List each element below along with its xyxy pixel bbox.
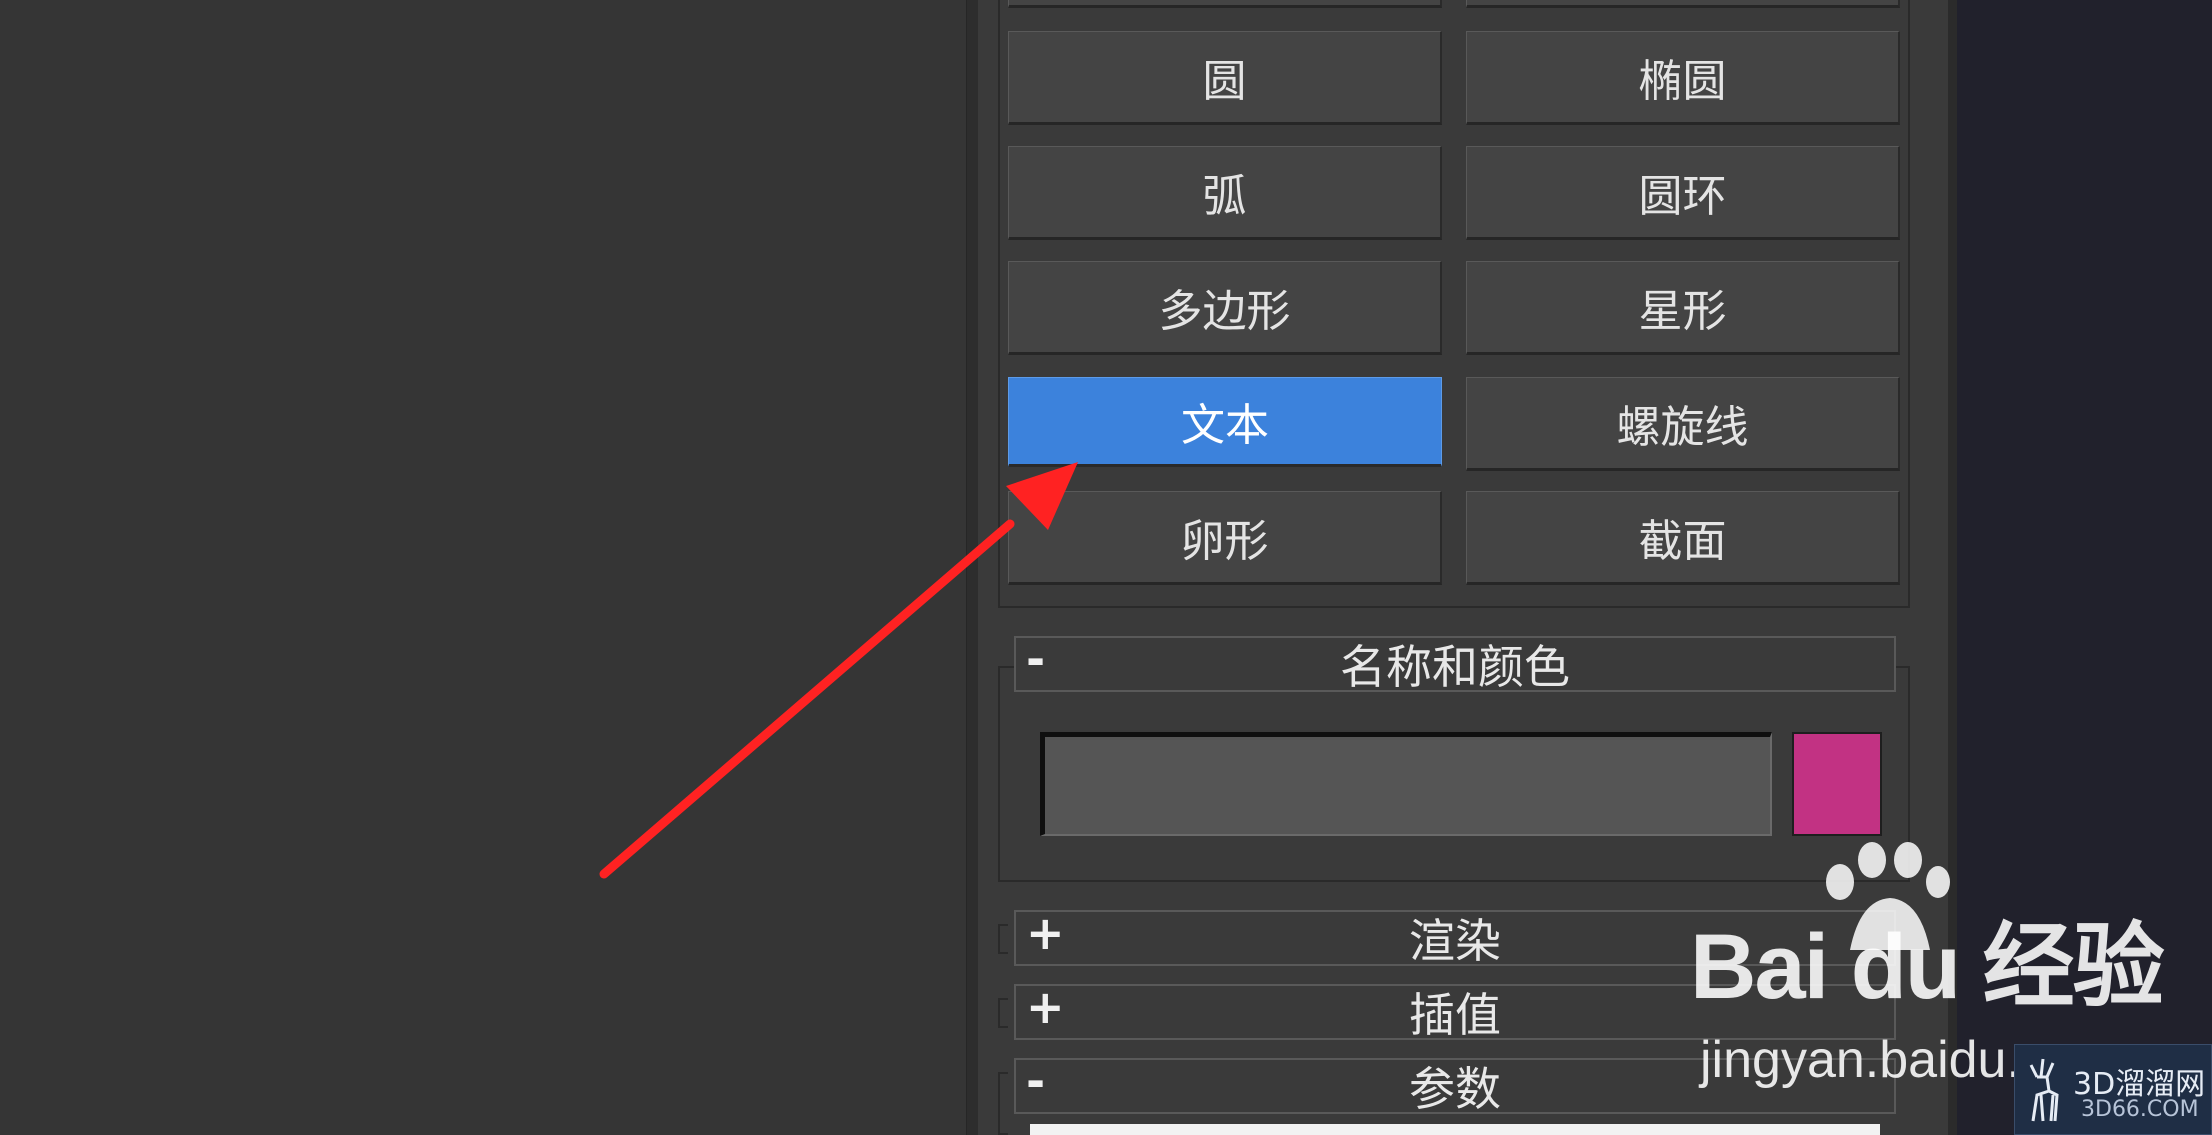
annotation-arrow	[599, 462, 1078, 879]
deer-icon	[2029, 1058, 2059, 1122]
badge-subtitle: 3D66.COM	[2081, 1097, 2199, 1122]
3d66-badge: 3D溜溜网 3D66.COM	[2014, 1044, 2212, 1135]
